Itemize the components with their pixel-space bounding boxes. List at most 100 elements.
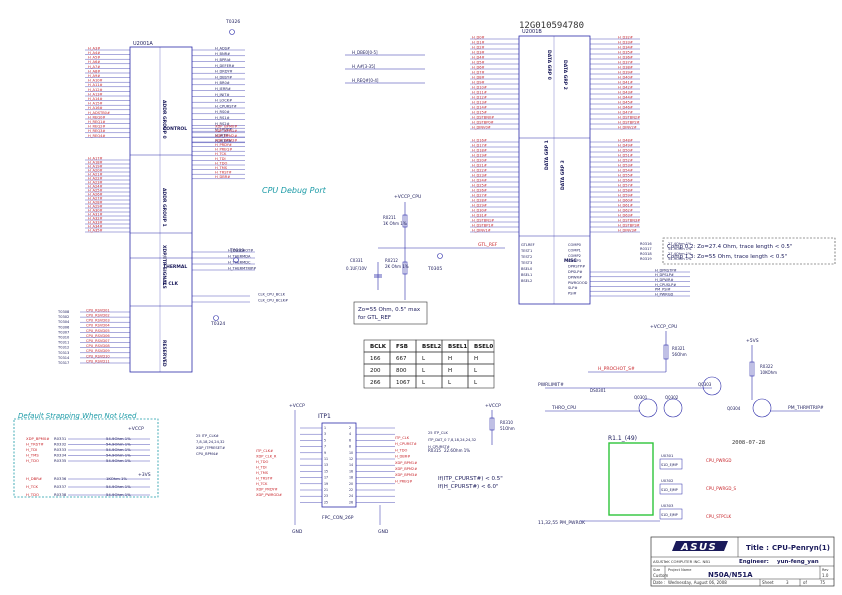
bsel-text-0-3: BSEL1 [448, 344, 467, 350]
itp-rp-1: H_CPURST# [395, 442, 417, 446]
gtl-c: C0331 [350, 258, 363, 263]
asus-logo: ASUS [672, 541, 728, 553]
cpu-r-mr-6: DPWR# [568, 275, 582, 279]
cpu-r-group-2: DATA GRP 2 [562, 60, 568, 90]
cpu-r-dlb-5-label: H_D21# [472, 163, 487, 167]
cpu-right-ref: U2001B [522, 29, 542, 35]
itp-rp-0: ITP_CLK [395, 436, 410, 440]
bsel-cell-1-2 [415, 351, 443, 365]
itp-num-l-1: 3 [324, 432, 326, 436]
itp-rp-7: H_PREQ# [395, 479, 412, 483]
cpu-r-dl-10-label: H_D10# [472, 85, 487, 89]
cpu-l-pin-0-label: H_A3# [88, 46, 100, 50]
misc-sig-1-label: H_DPSLP# [655, 273, 674, 277]
misc-sig-2-label: H_DPWR# [655, 278, 674, 282]
cpu-l-rpin-2-label: H_BPRI# [215, 58, 231, 62]
cpu-l-rsvd-4-label: CPU_RSVD05 [86, 329, 110, 333]
cpu-l-pin-5-label: H_A8# [88, 69, 100, 73]
tb-sheet-label: Sheet [762, 580, 774, 585]
cpu-l-pin-3-label: H_A6# [88, 60, 100, 64]
cpu-l-rpin-7-label: H_IERR# [215, 87, 231, 91]
rb-r149: R1.1_(49) [608, 435, 637, 442]
cpu-r-ml-5: BSEL1 [521, 273, 532, 277]
strap-sig-6: H_TCK [26, 484, 39, 489]
cpu-r-mr-9: PSI# [568, 292, 577, 296]
comp-rv-1: 54.9Ohm 1% [668, 247, 692, 251]
cpu-r-mr-7: PWRGOOD [568, 281, 588, 285]
strap-sig-7: H_TDO [26, 492, 39, 497]
cpu-r-dl-16-label: H_DSTBN0# [472, 115, 494, 119]
cpu-r-dr-10-label: H_D42# [618, 85, 633, 89]
strap-ref-5: R0336 [54, 476, 67, 481]
cpu-l-rpin-1-label: H_BNR# [215, 52, 230, 56]
itp-num-r-8: 18 [349, 476, 353, 480]
cpu-l-group-5: H CLK [163, 281, 179, 287]
cpu-r-dr-5-label: H_D37# [618, 60, 633, 64]
bsel-text-3-2: L [422, 380, 426, 386]
test-points: T0326 T0309 T0324 T0305 [210, 19, 443, 327]
cpu-l-rpin-4-label: H_DRDY# [215, 70, 233, 74]
cpu-r-mr-5: DPSLP# [568, 270, 582, 274]
cpu-l-pin-15-label: H_REQ0# [88, 115, 105, 119]
cpu-l-clk-0-label: CLK_CPU_BCLK [258, 292, 286, 296]
cpu-r-drb-5-label: H_D53# [618, 163, 633, 167]
bsel-text-3-4: L [474, 380, 478, 386]
tb-size-label: Size [653, 568, 660, 572]
cpu-r-dr-2-label: H_D34# [618, 45, 633, 49]
cpu-l-rpin-12-label: H_RS1# [215, 116, 230, 120]
itp-r2v: 22.6Ohm 1% [444, 448, 470, 453]
rb-vcc1: +VCCP_CPU [650, 324, 677, 330]
cpu-r-dlb-10-label: H_D26# [472, 188, 487, 192]
itp-lp-2: H_TDO [256, 460, 268, 464]
cpu-l-rsvd-3-label: CPU_RSVD04 [86, 324, 110, 328]
cpu-l-clk-1-label: CLK_CPU_BCLK# [258, 298, 288, 302]
cpu-r-dlb-8-label: H_D24# [472, 178, 487, 182]
cpu-l-rpin-10-label: H_CPURST# [215, 104, 237, 108]
tb-company: ASUSTeK COMPUTER INC. NB1 [653, 559, 711, 564]
rb-vcc2: +5VS [746, 338, 759, 344]
tb-engineer-label: Engineer: [739, 559, 769, 565]
itp-lp-4: H_TMS [256, 471, 269, 475]
itp-vcc-r: +VCCP [485, 403, 501, 409]
cpu-l-rpin-0-label: H_ADS# [215, 46, 230, 50]
itp-num-l-9: 19 [324, 482, 328, 486]
tp-label-1: T0309 [229, 248, 244, 254]
cpu-l-th-3-label: H_THERMTRIP# [228, 266, 256, 270]
tb-title-label: Title : [746, 544, 769, 552]
cpu-l-rsvd-tp-8: T0313 [57, 351, 69, 355]
bsel-cell-2-2 [415, 363, 443, 377]
mid-signals: H_DBE0[0-5] H_A#[3-35] H_REQ#[0-4] [345, 50, 425, 84]
cpu-l-pin-4-label: H_A7# [88, 65, 100, 69]
itp-num-l-2: 5 [324, 438, 326, 442]
rb-sig-0: CPU_PWRGD [706, 458, 731, 463]
bsel-text-1-2: L [422, 356, 426, 362]
cpu-l-group-2: ADDR GROUP 1 [161, 188, 167, 227]
cpu-r-ml-4: BSEL0 [521, 267, 533, 271]
power-thermal: +VCCP_CPU R0321 56Ohm H_PROCHOT_S# +5VS … [538, 324, 824, 526]
cpu-l-th-1-label: H_THERMDA [228, 254, 251, 258]
cpu-r-dr-15-label: H_D47# [618, 110, 633, 114]
itp-num-r-11: 24 [349, 494, 353, 498]
bsel-table: BCLK FSB BSEL2 BSEL1 BSEL0166 667 L H H200 800 L H L… [363, 339, 495, 389]
cpu-l-rpin-5-label: H_DBSY# [215, 75, 232, 79]
itp-num-l-3: 7 [324, 445, 326, 449]
misc-sig-3-label: H_CPUSLP# [655, 283, 676, 287]
cpu-l-rpin-21-label: H_PRDY# [215, 143, 232, 147]
cpu-l-pin-6-label: H_A9# [88, 74, 100, 78]
cpu-l-rpin-27-label: H_TRST# [215, 171, 232, 175]
rb-q2: Q0302 [665, 395, 679, 400]
cpu-r-dr-11-label: H_D43# [618, 90, 633, 94]
itp-ln-0: 25 ITP_CLK# [196, 434, 219, 438]
gtl-label: GTL_REF [478, 242, 498, 248]
cpu-left-ref: U2001A [133, 41, 153, 47]
cpu-r-dlb-6-label: H_D22# [472, 168, 487, 172]
rb-part-ref-2: U0303 [661, 503, 674, 508]
cpu-l-pin-9-label: H_A12# [88, 88, 103, 92]
cpu-right-pins: H_D0#H_D1#H_D2#H_D3#H_D4#H_D5#H_D6#H_D7#… [470, 35, 690, 296]
cpu-r-ml-0: GTLREF [521, 243, 535, 247]
itp-section: +VCCP ITP1 FPC_CON_26P 1 23 45 67 89 1011 1213… [196, 403, 515, 535]
rb-r2v: 10KOhm [760, 370, 777, 375]
cpu-r-drb-8-label: H_D56# [618, 178, 633, 182]
strap-val-6: 54.9Ohm 1% [106, 484, 131, 489]
itp-gnd-1: GND [378, 529, 389, 535]
